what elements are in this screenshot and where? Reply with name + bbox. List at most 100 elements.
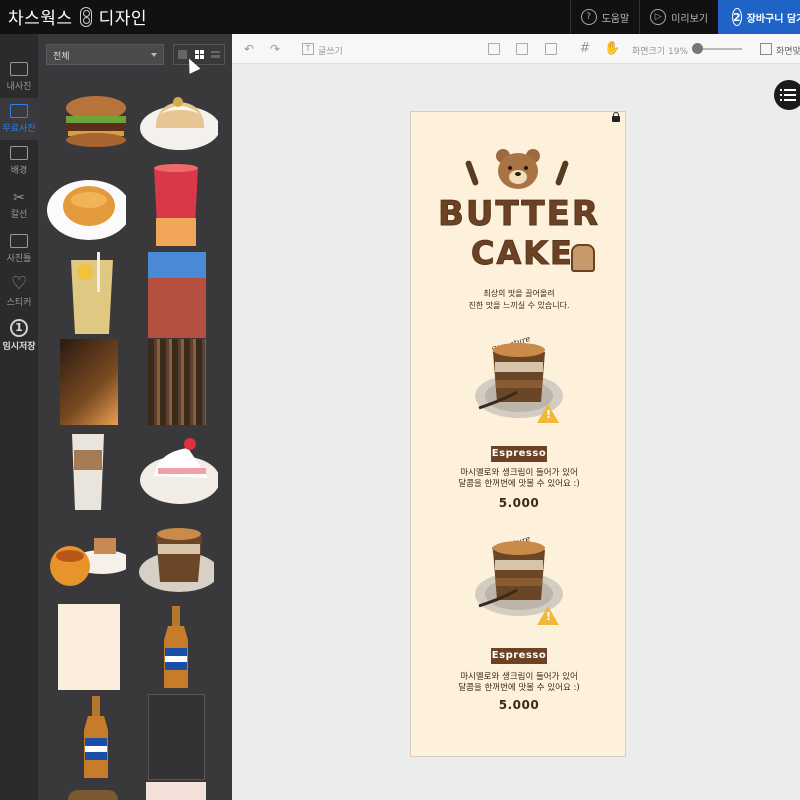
nav-label: 스티커 (6, 298, 32, 308)
layers-list-button[interactable] (774, 80, 800, 110)
hand-tool-icon[interactable]: ✋ (604, 42, 620, 55)
design-title-line1[interactable]: BUTTER (411, 194, 627, 235)
photo-thumb-cocktail[interactable] (60, 339, 118, 425)
subtitle-line: 진한 맛을 느끼실 수 있습니다. (468, 301, 570, 310)
layout-icon[interactable] (516, 43, 528, 55)
nav-label: 무료사진 (2, 124, 36, 134)
redo-icon[interactable]: ↷ (268, 43, 282, 55)
nav-background[interactable]: 배경 (0, 140, 38, 182)
logo-icon (79, 6, 92, 27)
photo-thumb-beer-bottle[interactable] (76, 694, 116, 780)
scissors-icon: ✂ (13, 189, 25, 206)
design-canvas-area: BUTTER CAKE 최상의 맛을 끌어올려 진한 맛을 느끼실 수 있습니다… (232, 64, 800, 800)
photo-thumb-paper-texture[interactable] (58, 604, 120, 690)
frame-icon (10, 234, 28, 248)
editor-toolbar: ↶ ↷ T 글쓰기 # ✋ 화면크기 19% 화면맞추기 (232, 34, 800, 64)
preview-button[interactable]: ▷ 미리보기 (639, 0, 718, 34)
description-line: 마시멜로와 생크림이 들어가 있어 (460, 672, 578, 682)
design-subtitle[interactable]: 최상의 맛을 끌어올려 진한 맛을 느끼실 수 있습니다. (411, 288, 627, 312)
description-line: 달콤을 한꺼번에 맛볼 수 있어요 :) (458, 479, 580, 489)
view-list-button[interactable] (207, 45, 224, 64)
design-page[interactable]: BUTTER CAKE 최상의 맛을 끌어올려 진한 맛을 느끼실 수 있습니다… (410, 111, 626, 757)
menu-name-tag[interactable]: Espresso (491, 446, 547, 462)
grid-icon (194, 50, 204, 59)
spoon-decoration (464, 159, 480, 187)
photo-thumb-flowers[interactable] (148, 252, 206, 338)
photo-thumb-record-shop[interactable] (148, 339, 206, 425)
align-icon[interactable] (488, 43, 500, 55)
zoom-slider-handle[interactable] (692, 43, 703, 54)
photo-thumb-strawberry-cake[interactable] (138, 434, 218, 508)
lock-icon[interactable] (612, 112, 620, 122)
menu-price[interactable]: 5.000 (411, 698, 627, 712)
nav-label: 사진틀 (6, 254, 32, 264)
frame-tool-icon[interactable] (545, 43, 557, 55)
chevron-down-icon (151, 53, 157, 57)
menu-description[interactable]: 마시멜로와 생크림이 들어가 있어 달콤을 한꺼번에 맛볼 수 있어요 :) (411, 468, 627, 490)
left-icon-nav: 내사진 무료사진 배경 ✂ 칼선 사진틀 스티커 1 임시저장 (0, 34, 38, 800)
step-number-icon: 2 (732, 8, 742, 26)
category-select-value: 전체 (53, 52, 70, 62)
camera-icon (10, 62, 28, 76)
fit-screen-label[interactable]: 화면맞추기 (776, 44, 800, 57)
fit-screen-icon[interactable] (760, 43, 772, 55)
subtitle-line: 최상의 맛을 끌어올려 (483, 289, 555, 298)
play-icon: ▷ (650, 9, 667, 25)
bear-face-icon[interactable] (495, 148, 541, 190)
list-icon (211, 51, 221, 58)
nav-sticker[interactable]: 스티커 (0, 272, 38, 314)
photo-thumb-pudding[interactable] (46, 172, 126, 242)
menu-name-tag[interactable]: Espresso (491, 648, 547, 664)
add-to-cart-button[interactable]: 2 장바구니 담기 (718, 0, 800, 34)
heart-icon (11, 273, 27, 294)
view-toggle (173, 44, 225, 65)
app-brand[interactable]: 차스웍스 디자인 (8, 4, 147, 29)
photo-thumb-partial[interactable] (146, 782, 206, 800)
nav-cut-line[interactable]: ✂ 칼선 (0, 184, 38, 226)
toast-icon[interactable] (571, 244, 595, 272)
question-icon: ? (580, 9, 597, 25)
nav-label: 칼선 (10, 209, 28, 220)
warning-icon[interactable] (537, 404, 559, 423)
photo-thumb-dark-background[interactable] (148, 694, 205, 780)
description-line: 달콤을 한꺼번에 맛볼 수 있어요 :) (458, 683, 580, 693)
step-number-icon: 1 (10, 318, 28, 337)
nav-my-photos[interactable]: 내사진 (0, 56, 38, 98)
warning-icon[interactable] (537, 606, 559, 625)
single-square-icon (177, 50, 187, 59)
free-photo-panel: 전체 (38, 34, 232, 800)
top-actions: ? 도움말 ▷ 미리보기 2 장바구니 담기 (569, 0, 800, 34)
photo-thumb-espresso-cake[interactable] (134, 516, 214, 598)
category-select[interactable]: 전체 (46, 44, 164, 65)
brand-name: 차스웍스 (8, 9, 73, 29)
brand-suffix: 디자인 (98, 9, 147, 29)
help-label: 도움말 (601, 13, 630, 25)
photo-thumb-red-tea[interactable] (148, 162, 228, 250)
photo-thumb-iced-latte[interactable] (68, 430, 148, 512)
zoom-label: 화면크기 19% (632, 47, 688, 57)
grid-toggle-icon[interactable]: # (578, 42, 592, 55)
menu-description[interactable]: 마시멜로와 생크림이 들어가 있어 달콤을 한꺼번에 맛볼 수 있어요 :) (411, 672, 627, 694)
help-button[interactable]: ? 도움말 (569, 0, 640, 34)
nav-temp-save[interactable]: 1 임시저장 (0, 314, 38, 356)
text-tool-label[interactable]: 글쓰기 (318, 44, 343, 57)
free-photo-icon (10, 104, 28, 118)
text-tool-icon[interactable]: T (302, 43, 314, 55)
nav-photo-frame[interactable]: 사진틀 (0, 228, 38, 270)
design-title-line2[interactable]: CAKE (471, 234, 574, 273)
photo-thumb-partial[interactable] (68, 790, 118, 800)
nav-label: 임시저장 (2, 341, 36, 352)
photo-thumb-tea-and-cake[interactable] (46, 522, 126, 592)
image-icon (10, 146, 28, 160)
description-line: 마시멜로와 생크림이 들어가 있어 (460, 468, 578, 478)
nav-label: 내사진 (6, 82, 32, 92)
photo-thumb-lemonade[interactable] (63, 252, 143, 338)
nav-free-photos[interactable]: 무료사진 (0, 98, 38, 140)
photo-thumb-burger[interactable] (56, 94, 136, 149)
menu-price[interactable]: 5.000 (411, 496, 627, 510)
photo-thumb-beer-bottle[interactable] (156, 604, 196, 690)
nav-label: 배경 (10, 166, 28, 176)
photo-thumb-glazed-cake[interactable] (138, 90, 218, 154)
fork-decoration (554, 159, 570, 187)
undo-icon[interactable]: ↶ (242, 43, 256, 55)
